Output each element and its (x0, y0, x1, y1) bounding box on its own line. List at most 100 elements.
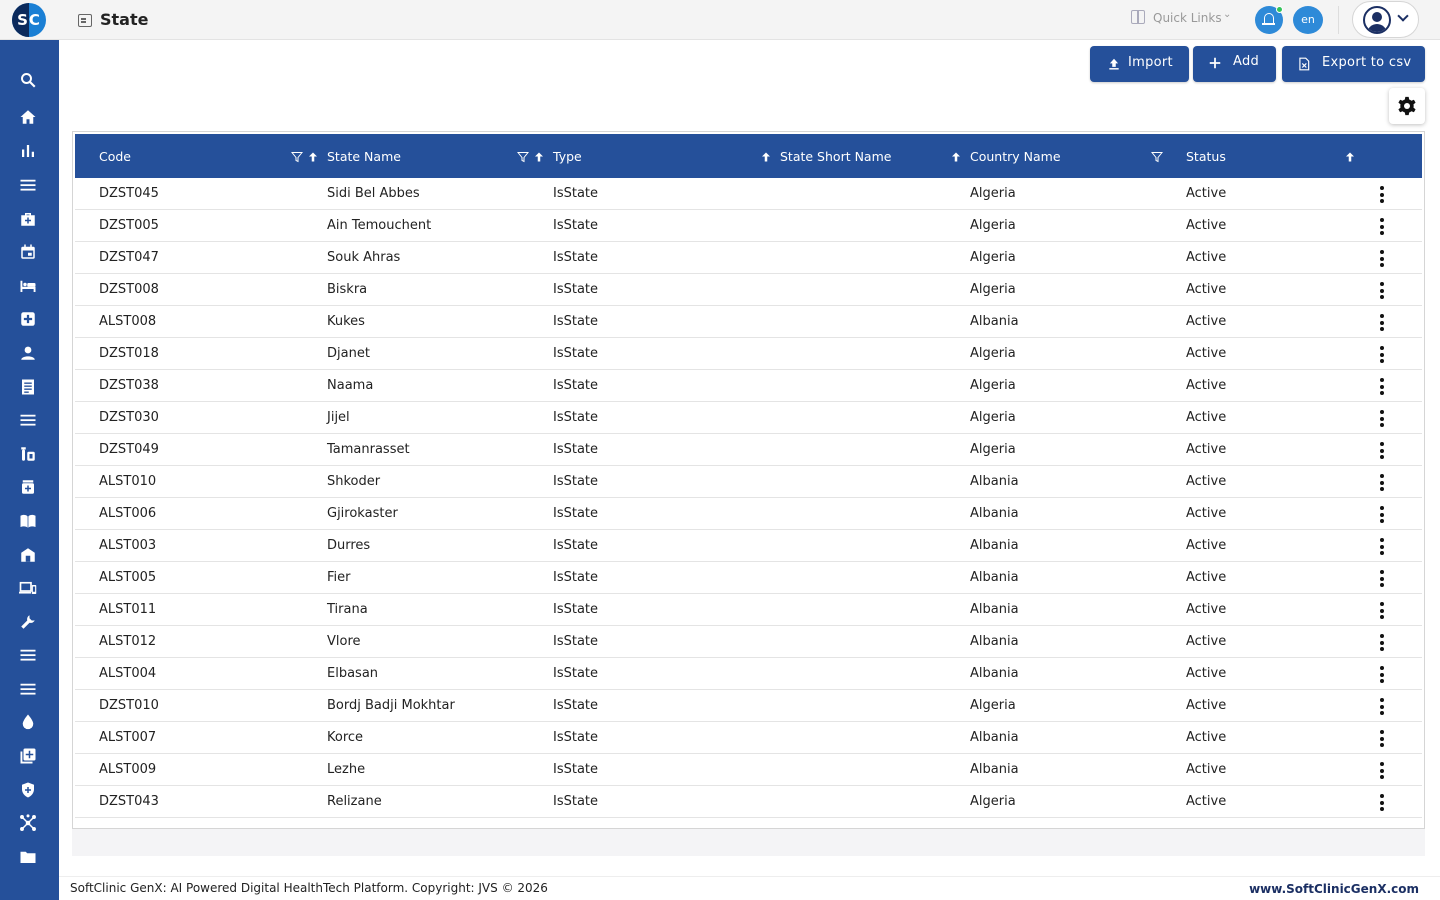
sort-arrow-up-icon[interactable] (533, 151, 545, 163)
row-actions-kebab-icon[interactable] (1380, 698, 1384, 715)
column-header-state-name[interactable]: State Name (327, 149, 401, 164)
row-actions-kebab-icon[interactable] (1380, 282, 1384, 299)
row-actions-kebab-icon[interactable] (1380, 634, 1384, 651)
language-button[interactable]: en (1293, 6, 1323, 34)
filter-icon[interactable] (291, 151, 303, 163)
cell-type: IsState (553, 666, 599, 681)
cell-country-name: Algeria (970, 794, 1016, 809)
gift-icon[interactable] (1131, 10, 1145, 24)
table-row[interactable]: DZST043 Relizane IsState Algeria Active (75, 786, 1422, 818)
column-header-country-name[interactable]: Country Name (970, 149, 1061, 164)
medical-bag-icon[interactable] (19, 210, 37, 228)
row-actions-kebab-icon[interactable] (1380, 794, 1384, 811)
table-row[interactable]: DZST045 Sidi Bel Abbes IsState Algeria Activ… (75, 178, 1422, 210)
network-icon[interactable] (19, 814, 37, 832)
search-icon[interactable] (19, 71, 37, 89)
row-actions-kebab-icon[interactable] (1380, 218, 1384, 235)
user-profile-menu[interactable] (1352, 1, 1419, 38)
sort-arrow-up-icon[interactable] (760, 151, 772, 163)
table-row[interactable]: ALST010 Shkoder IsState Albania Active (75, 466, 1422, 498)
export-csv-button[interactable]: Export to csv (1282, 46, 1425, 82)
table-row[interactable]: ALST007 Korce IsState Albania Active (75, 722, 1422, 754)
table-row[interactable]: DZST038 Naama IsState Algeria Active (75, 370, 1422, 402)
sort-arrow-up-icon[interactable] (1344, 151, 1356, 163)
table-row[interactable]: ALST008 Kukes IsState Albania Active (75, 306, 1422, 338)
notifications-button[interactable] (1255, 6, 1283, 34)
row-actions-kebab-icon[interactable] (1380, 378, 1384, 395)
upload-icon (1109, 58, 1119, 70)
lab-icon[interactable] (19, 445, 37, 463)
table-row[interactable]: DZST010 Bordj Badji Mokhtar IsState Algeria… (75, 690, 1422, 722)
column-header-type[interactable]: Type (553, 149, 582, 164)
book-icon[interactable] (19, 512, 37, 530)
row-actions-kebab-icon[interactable] (1380, 666, 1384, 683)
medical-cross-icon[interactable] (19, 310, 37, 328)
sort-arrow-up-icon[interactable] (950, 151, 962, 163)
row-actions-kebab-icon[interactable] (1380, 570, 1384, 587)
table-row[interactable]: DZST030 Jijel IsState Algeria Active (75, 402, 1422, 434)
filter-icon[interactable] (517, 151, 529, 163)
devices-icon[interactable] (19, 579, 37, 597)
table-row[interactable]: ALST012 Vlore IsState Albania Active (75, 626, 1422, 658)
list-icon[interactable] (19, 680, 37, 698)
calendar-icon[interactable] (19, 243, 37, 261)
copyright-text: SoftClinic GenX: AI Powered Digital Heal… (70, 881, 548, 895)
table-row[interactable]: ALST003 Durres IsState Albania Active (75, 530, 1422, 562)
website-link[interactable]: www.SoftClinicGenX.com (1249, 882, 1419, 896)
column-header-state-short-name[interactable]: State Short Name (780, 149, 891, 164)
column-header-status[interactable]: Status (1186, 149, 1226, 164)
row-actions-kebab-icon[interactable] (1380, 474, 1384, 491)
table-row[interactable]: ALST004 Elbasan IsState Albania Active (75, 658, 1422, 690)
cell-country-name: Albania (970, 634, 1019, 649)
column-header-code[interactable]: Code (99, 149, 131, 164)
table-row[interactable]: DZST047 Souk Ahras IsState Algeria Active (75, 242, 1422, 274)
row-actions-kebab-icon[interactable] (1380, 730, 1384, 747)
chevron-down-icon[interactable]: ⌄ (1223, 9, 1231, 20)
add-button[interactable]: Add (1193, 46, 1276, 82)
table-row[interactable]: DZST018 Djanet IsState Algeria Active (75, 338, 1422, 370)
add-box-icon[interactable] (19, 747, 37, 765)
filter-icon[interactable] (1151, 151, 1163, 163)
menu-icon[interactable] (19, 176, 37, 194)
home-icon[interactable] (19, 108, 37, 126)
table-row[interactable]: ALST006 Gjirokaster IsState Albania Active (75, 498, 1422, 530)
row-actions-kebab-icon[interactable] (1380, 314, 1384, 331)
person-icon[interactable] (19, 344, 37, 362)
grid-settings-button[interactable] (1389, 88, 1425, 124)
table-row[interactable]: DZST049 Tamanrasset IsState Algeria Active (75, 434, 1422, 466)
drop-icon[interactable] (19, 713, 37, 731)
receipt-icon[interactable] (19, 378, 37, 396)
cell-country-name: Algeria (970, 410, 1016, 425)
bed-icon[interactable] (19, 277, 37, 295)
app-logo[interactable]: SC (12, 3, 46, 37)
list-icon[interactable] (19, 411, 37, 429)
row-actions-kebab-icon[interactable] (1380, 506, 1384, 523)
row-actions-kebab-icon[interactable] (1380, 186, 1384, 203)
table-row[interactable]: ALST009 Lezhe IsState Albania Active (75, 754, 1422, 786)
table-row[interactable]: DZST005 Ain Temouchent IsState Algeria Activ… (75, 210, 1422, 242)
import-button[interactable]: Import (1090, 46, 1189, 82)
building-icon[interactable] (19, 546, 37, 564)
list-icon[interactable] (19, 646, 37, 664)
bar-chart-icon[interactable] (19, 142, 37, 160)
cell-code: ALST011 (99, 602, 157, 617)
table-row[interactable]: DZST008 Biskra IsState Algeria Active (75, 274, 1422, 306)
sort-arrow-up-icon[interactable] (307, 151, 319, 163)
folder-icon[interactable] (19, 848, 37, 866)
cell-country-name: Algeria (970, 250, 1016, 265)
table-row[interactable]: ALST011 Tirana IsState Albania Active (75, 594, 1422, 626)
row-actions-kebab-icon[interactable] (1380, 538, 1384, 555)
shield-icon[interactable] (19, 781, 37, 799)
row-actions-kebab-icon[interactable] (1380, 602, 1384, 619)
row-actions-kebab-icon[interactable] (1380, 346, 1384, 363)
pharmacy-icon[interactable] (19, 478, 37, 496)
cell-type: IsState (553, 314, 599, 329)
cell-country-name: Algeria (970, 186, 1016, 201)
table-row[interactable]: ALST005 Fier IsState Albania Active (75, 562, 1422, 594)
row-actions-kebab-icon[interactable] (1380, 410, 1384, 427)
row-actions-kebab-icon[interactable] (1380, 250, 1384, 267)
row-actions-kebab-icon[interactable] (1380, 762, 1384, 779)
row-actions-kebab-icon[interactable] (1380, 442, 1384, 459)
quick-links-dropdown[interactable]: Quick Links (1153, 11, 1222, 25)
wrench-icon[interactable] (19, 613, 37, 631)
